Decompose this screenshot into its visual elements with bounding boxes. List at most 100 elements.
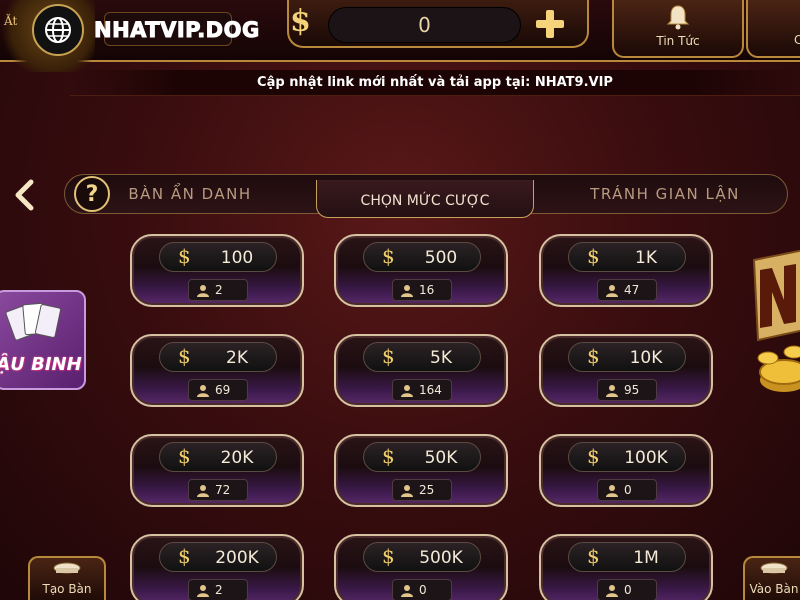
dollar-icon: $: [178, 444, 191, 468]
bet-amount-pill: $1M: [568, 542, 686, 572]
player-count-pill: 0: [392, 579, 452, 600]
player-count: 69: [215, 383, 231, 397]
player-count: 2: [215, 283, 223, 297]
chevron-left-icon: [15, 179, 34, 211]
player-count-pill: 2: [188, 279, 248, 301]
bet-level-card[interactable]: $10K 95: [539, 334, 713, 407]
mau-binh-game-tile[interactable]: ẬU BINH: [0, 290, 86, 390]
help-button[interactable]: ?: [74, 176, 110, 212]
bet-level-card[interactable]: $5K 164: [334, 334, 508, 407]
bet-amount-pill: $100K: [568, 442, 686, 472]
game-tile-label: ẬU BINH: [0, 354, 82, 375]
person-icon: [606, 285, 618, 297]
create-table-label: Tạo Bàn: [42, 582, 92, 596]
person-icon: [197, 585, 209, 597]
bell-icon: [666, 5, 690, 30]
bet-level-card[interactable]: $2K 69: [130, 334, 304, 407]
dollar-icon: $: [587, 244, 600, 268]
dollar-icon: $: [587, 344, 600, 368]
settings-button[interactable]: C: [746, 0, 800, 58]
dollar-icon: $: [178, 344, 191, 368]
bet-amount: 50K: [424, 448, 458, 468]
bet-amount-pill: $500: [363, 242, 481, 272]
settings-label: C: [794, 33, 800, 47]
player-count: 2: [215, 583, 223, 597]
tab-anonymous-table[interactable]: BÀN ẨN DANH: [120, 174, 260, 214]
bet-amount-pill: $500K: [363, 542, 481, 572]
globe-button[interactable]: [32, 4, 84, 56]
player-count-pill: 95: [597, 379, 657, 401]
person-icon: [606, 585, 618, 597]
bet-level-card[interactable]: $200K 2: [130, 534, 304, 600]
person-icon: [197, 285, 209, 297]
player-count: 164: [419, 383, 442, 397]
bet-level-card[interactable]: $500 16: [334, 234, 508, 307]
back-button[interactable]: [10, 178, 38, 212]
player-count: 16: [419, 283, 435, 297]
player-count-pill: 47: [597, 279, 657, 301]
site-watermark: NHATVIP.DOG: [94, 18, 260, 43]
bet-level-card[interactable]: $1K 47: [539, 234, 713, 307]
bet-amount: 20K: [220, 448, 254, 468]
player-count-pill: 2: [188, 579, 248, 600]
person-icon: [606, 485, 618, 497]
bet-level-card[interactable]: $20K 72: [130, 434, 304, 507]
bet-amount: 500: [424, 248, 458, 268]
person-icon: [401, 585, 413, 597]
player-count-pill: 25: [392, 479, 452, 501]
person-icon: [401, 485, 413, 497]
globe-icon: [45, 17, 71, 43]
person-icon: [401, 285, 413, 297]
person-icon: [197, 385, 209, 397]
dollar-icon: $: [587, 544, 600, 568]
player-count-pill: 72: [188, 479, 248, 501]
tab-bet-level[interactable]: CHỌN MỨC CƯỢC: [316, 180, 534, 218]
player-count: 25: [419, 483, 435, 497]
bet-amount-pill: $200K: [159, 542, 277, 572]
bet-level-card[interactable]: $100 2: [130, 234, 304, 307]
news-label: Tin Tức: [656, 34, 700, 48]
player-count: 47: [624, 283, 640, 297]
bet-amount: 1M: [633, 548, 659, 568]
bet-level-card[interactable]: $50K 25: [334, 434, 508, 507]
join-table-label: Vào Bàn: [749, 582, 799, 596]
bet-amount: 100K: [624, 448, 668, 468]
balance-value: 0: [328, 7, 521, 43]
player-count: 72: [215, 483, 231, 497]
player-count: 95: [624, 383, 640, 397]
tab-anti-cheat[interactable]: TRÁNH GIAN LẬN: [570, 174, 760, 214]
player-count: 0: [419, 583, 427, 597]
player-count: 0: [624, 583, 632, 597]
table-icon: [760, 562, 788, 574]
bet-level-card[interactable]: $1M 0: [539, 534, 713, 600]
bet-amount: 5K: [430, 348, 452, 368]
player-count-pill: 16: [392, 279, 452, 301]
bet-amount: 2K: [226, 348, 248, 368]
bet-level-card[interactable]: $100K 0: [539, 434, 713, 507]
add-funds-button[interactable]: [527, 3, 573, 45]
dollar-icon: $: [178, 544, 191, 568]
dollar-icon: $: [587, 444, 600, 468]
bet-amount-pill: $20K: [159, 442, 277, 472]
bet-amount-pill: $10K: [568, 342, 686, 372]
player-count-pill: 0: [597, 479, 657, 501]
player-count-pill: 0: [597, 579, 657, 600]
promo-logo-decoration: [752, 249, 800, 392]
bet-amount-pill: $50K: [363, 442, 481, 472]
dollar-icon: $: [382, 444, 395, 468]
create-table-button[interactable]: Tạo Bàn: [28, 556, 106, 600]
bet-amount-pill: $100: [159, 242, 277, 272]
player-count-pill: 164: [392, 379, 452, 401]
join-table-button[interactable]: Vào Bàn: [743, 556, 800, 600]
bet-amount-pill: $1K: [568, 242, 686, 272]
bet-amount: 1K: [635, 248, 657, 268]
bet-amount: 500K: [419, 548, 463, 568]
bet-level-card[interactable]: $500K 0: [334, 534, 508, 600]
playing-cards-icon: [5, 302, 62, 341]
plus-icon: [536, 10, 564, 38]
news-button[interactable]: Tin Tức: [612, 0, 744, 58]
bet-amount: 200K: [215, 548, 259, 568]
dollar-icon: $: [382, 344, 395, 368]
update-banner: Cập nhật link mới nhất và tải app tại: N…: [70, 70, 800, 96]
dollar-icon: $: [382, 244, 395, 268]
